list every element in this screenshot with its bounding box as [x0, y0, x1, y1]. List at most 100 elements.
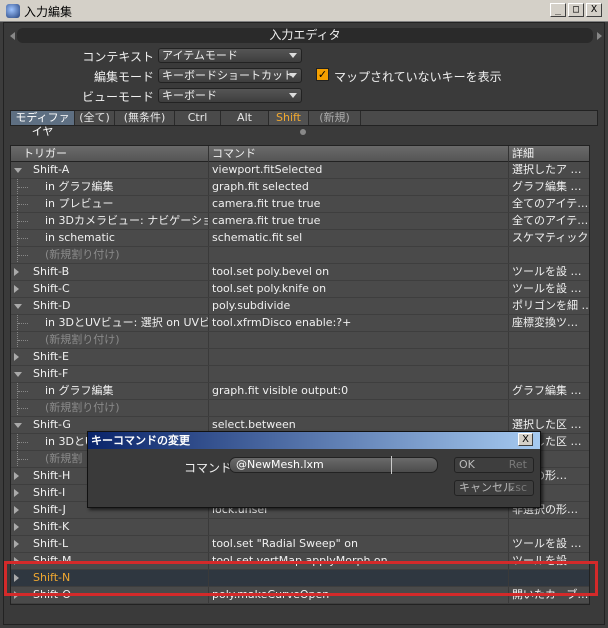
view-mode-label: ビューモード — [81, 90, 154, 104]
chevron-down-icon — [289, 53, 297, 58]
header-trigger[interactable]: トリガー — [11, 146, 209, 162]
tab-new[interactable]: (新規) — [309, 111, 361, 125]
cell-command: poly.subdivide — [209, 298, 509, 314]
context-dropdown[interactable]: アイテムモード — [158, 48, 302, 63]
cell-trigger: Shift-A — [11, 162, 209, 178]
collapse-right-icon[interactable] — [597, 32, 602, 40]
expand-right-icon[interactable] — [14, 489, 19, 497]
cell-trigger: (新規割り付け) — [11, 247, 209, 263]
dialog-close-button[interactable]: X — [518, 433, 533, 446]
tab-all[interactable]: (全て) — [75, 111, 115, 125]
edit-mode-value: キーボードショートカット — [162, 69, 294, 82]
cell-command — [209, 247, 509, 263]
show-unmapped-checkbox[interactable]: ✓ — [316, 68, 329, 81]
table-row[interactable]: in schematic schematic.fit selスケマティック… — [11, 230, 589, 247]
trigger-text: Shift-D — [33, 299, 71, 312]
cell-trigger: Shift-D — [11, 298, 209, 314]
table-row[interactable]: (新規割り付け) — [11, 332, 589, 349]
expand-down-icon[interactable] — [14, 423, 22, 428]
table-row[interactable]: in 3Dカメラビュー: ナビゲーション camera.fit true true… — [11, 213, 589, 230]
expand-down-icon[interactable] — [14, 304, 22, 309]
table-header: トリガー コマンド 詳細 — [11, 146, 589, 162]
view-mode-value: キーボード — [162, 89, 217, 102]
cell-command: tool.xfrmDisco enable:?+ — [209, 315, 509, 331]
table-row[interactable]: Shift-F — [11, 366, 589, 383]
header-command[interactable]: コマンド — [209, 146, 509, 162]
resize-grip-icon[interactable] — [300, 129, 306, 135]
edit-mode-dropdown[interactable]: キーボードショートカット — [158, 68, 302, 83]
trigger-text: (新規割 — [45, 452, 83, 465]
cell-command — [209, 366, 509, 382]
window-titlebar: 入力編集 _ □ X — [0, 0, 608, 22]
tree-line-icon — [17, 383, 29, 399]
trigger-text: (新規割り付け) — [45, 333, 120, 346]
ok-label: OK — [459, 458, 475, 471]
chevron-down-icon — [289, 93, 297, 98]
expand-right-icon[interactable] — [14, 285, 19, 293]
table-row[interactable]: Shift-E — [11, 349, 589, 366]
expand-right-icon[interactable] — [14, 353, 19, 361]
trigger-text: Shift-I — [33, 486, 66, 499]
cell-detail: 全てのアイテ… — [512, 214, 589, 227]
cell-trigger: Shift-F — [11, 366, 209, 382]
view-mode-dropdown[interactable]: キーボード — [158, 88, 302, 103]
expand-right-icon[interactable] — [14, 472, 19, 480]
tree-line-icon — [17, 196, 29, 212]
tab-ctrl[interactable]: Ctrl — [175, 111, 221, 125]
trigger-text: Shift-E — [33, 350, 69, 363]
trigger-text: Shift-H — [33, 469, 71, 482]
scrollbar[interactable] — [591, 145, 599, 605]
cancel-button[interactable]: キャンセル Esc — [454, 480, 534, 496]
trigger-text: Shift-L — [33, 537, 69, 550]
cell-trigger: Shift-E — [11, 349, 209, 365]
trigger-text: in 3DとUVビュー: 選択 on UVビュー — [45, 316, 209, 329]
tab-alt[interactable]: Alt — [221, 111, 269, 125]
panel-title: 入力エディタ — [17, 28, 593, 43]
chevron-down-icon — [289, 73, 297, 78]
expand-right-icon[interactable] — [14, 268, 19, 276]
table-row[interactable]: in グラフ編集 graph.fit selected グラフ編集 … — [11, 179, 589, 196]
table-row[interactable]: Shift-B tool.set poly.bevel on ツールを設 … — [11, 264, 589, 281]
table-row[interactable]: in グラフ編集 graph.fit visible output:0 グラフ編集 … — [11, 383, 589, 400]
cell-command: camera.fit true true — [209, 213, 509, 229]
dialog-title: キーコマンドの変更 — [88, 432, 540, 449]
command-input[interactable]: @NewMesh.lxm — [229, 457, 438, 473]
cell-detail — [509, 400, 589, 416]
header-detail[interactable]: 詳細 — [509, 146, 589, 162]
tab-shift[interactable]: Shift — [269, 111, 309, 125]
text-caret — [391, 456, 392, 474]
collapse-left-icon[interactable] — [10, 32, 15, 40]
trigger-text: Shift-G — [33, 418, 71, 431]
table-row[interactable]: in プレビュー camera.fit true true 全てのアイテ… — [11, 196, 589, 213]
expand-right-icon[interactable] — [14, 523, 19, 531]
tab-modifier[interactable]: モディファイヤ — [11, 111, 75, 138]
table-row[interactable]: Shift-K — [11, 519, 589, 536]
table-row[interactable]: Shift-C tool.set poly.knife on ツールを設 … — [11, 281, 589, 298]
window-title: 入力編集 — [24, 5, 73, 19]
maximize-button[interactable]: □ — [568, 3, 584, 17]
expand-down-icon[interactable] — [14, 372, 22, 377]
tab-unconditional[interactable]: (無条件) — [115, 111, 175, 125]
show-unmapped-label: マップされていないキーを表示 — [334, 70, 502, 84]
ok-button[interactable]: OK Ret — [454, 457, 534, 473]
cell-command — [209, 519, 509, 535]
minimize-button[interactable]: _ — [550, 3, 566, 17]
cell-command: viewport.fitSelected — [209, 162, 509, 178]
cell-command — [209, 349, 509, 365]
expand-right-icon[interactable] — [14, 540, 19, 548]
cell-command: tool.set "Radial Sweep" on — [209, 536, 509, 552]
ok-shortcut: Ret — [508, 458, 527, 471]
cell-detail: スケマティック… — [512, 231, 589, 244]
cell-detail: ポリゴンを細 … — [512, 299, 590, 312]
cell-command: graph.fit selected — [209, 179, 509, 195]
table-row[interactable]: Shift-L tool.set "Radial Sweep" on ツールを設 … — [11, 536, 589, 553]
context-label: コンテキスト — [82, 50, 154, 64]
expand-down-icon[interactable] — [14, 168, 22, 173]
table-row[interactable]: Shift-D poly.subdivide ポリゴンを細 … — [11, 298, 590, 315]
table-row[interactable]: Shift-A viewport.fitSelected 選択したア … — [11, 162, 589, 179]
close-button[interactable]: X — [586, 3, 602, 17]
table-row[interactable]: (新規割り付け) — [11, 400, 589, 417]
table-row[interactable]: in 3DとUVビュー: 選択 on UVビューtool.xfrmDisco e… — [11, 315, 589, 332]
table-row[interactable]: (新規割り付け) — [11, 247, 589, 264]
expand-right-icon[interactable] — [14, 506, 19, 514]
